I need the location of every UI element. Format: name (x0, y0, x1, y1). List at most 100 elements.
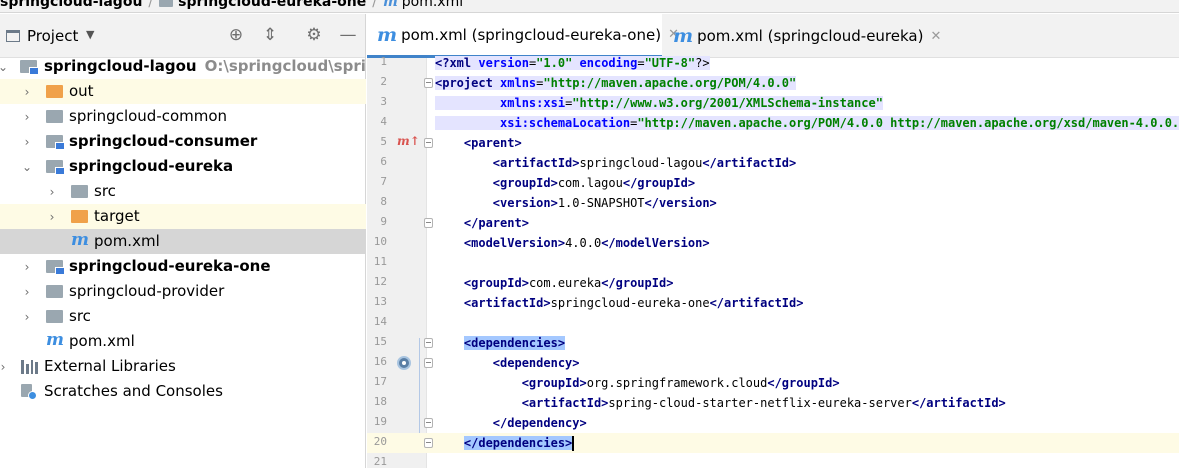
chevron-right-icon[interactable]: › (46, 179, 58, 204)
code-text: <groupId>org.springframework.cloud</grou… (521, 376, 840, 390)
breadcrumb-label: springcloud-eureka-one (178, 0, 367, 10)
breadcrumb-item-file[interactable]: m pom.xml (383, 0, 463, 10)
chevron-right-icon[interactable]: › (0, 354, 9, 379)
line-number: 12 (373, 275, 387, 288)
folder-icon (71, 185, 88, 198)
fold-marker-icon[interactable] (424, 418, 433, 428)
close-icon[interactable]: ✕ (930, 29, 941, 44)
tree-item-springcloud-common[interactable]: › springcloud-common (0, 104, 366, 129)
fold-marker-icon[interactable] (424, 78, 433, 88)
folder-icon (71, 210, 88, 223)
fold-marker-icon[interactable] (424, 438, 433, 448)
tree-item-scratches-and-consoles[interactable]: Scratches and Consoles (0, 379, 366, 404)
line-number: 8 (380, 195, 387, 208)
chevron-down-icon[interactable]: ▼ (86, 28, 94, 41)
project-view-selector[interactable]: Project (27, 27, 78, 45)
line-number: 14 (373, 315, 387, 328)
line-number: 13 (373, 295, 387, 308)
locate-file-icon[interactable]: ⊕ (226, 25, 246, 45)
hide-panel-icon[interactable]: — (338, 25, 358, 45)
tree-item-springcloud-eureka-one[interactable]: › springcloud-eureka-one (0, 254, 366, 279)
gear-icon[interactable]: ⚙ (304, 25, 324, 45)
code-line[interactable]: 15 <dependencies> (367, 333, 1179, 353)
code-line[interactable]: 17 <groupId>org.springframework.cloud</g… (367, 373, 1179, 393)
project-panel: Project ▼ ⊕ ⇕ ⚙ — ⌄ springcloud-lagou O:\… (0, 14, 439, 468)
fold-marker-icon[interactable] (424, 138, 433, 148)
tree-item-springcloud-consumer[interactable]: › springcloud-consumer (0, 129, 366, 154)
fold-marker-icon[interactable] (424, 338, 433, 348)
code-line[interactable]: 19 </dependency> (367, 413, 1179, 433)
spring-bean-icon[interactable] (397, 356, 411, 370)
maven-file-icon: m (46, 330, 64, 350)
breadcrumb-item-module[interactable]: springcloud-eureka-one (159, 0, 366, 10)
code-line[interactable]: 3 xmlns:xsi="http://www.w3.org/2001/XMLS… (367, 93, 1179, 113)
code-text: </dependency> (492, 416, 587, 430)
tree-item-label: pom.xml (69, 332, 135, 350)
code-line[interactable]: 14 (367, 313, 1179, 333)
line-number: 7 (380, 175, 387, 188)
module-folder-icon (20, 60, 39, 75)
code-text: </parent> (463, 216, 529, 230)
scratches-icon (21, 384, 37, 400)
code-line[interactable]: 9 </parent> (367, 213, 1179, 233)
line-number: 16 (373, 355, 387, 368)
chevron-right-icon[interactable]: › (21, 304, 33, 329)
code-line[interactable]: 2 <project xmlns="http://maven.apache.or… (367, 73, 1179, 93)
line-number: 20 (373, 435, 387, 448)
collapse-all-icon[interactable]: ⇕ (260, 25, 280, 45)
chevron-right-icon[interactable]: › (46, 204, 58, 229)
code-line[interactable]: 18 <artifactId>spring-cloud-starter-netf… (367, 393, 1179, 413)
code-line[interactable]: 1 <?xml version="1.0" encoding="UTF-8"?> (367, 53, 1179, 73)
code-line[interactable]: 11 (367, 253, 1179, 273)
code-text: <artifactId>springcloud-eureka-one</arti… (463, 296, 804, 310)
tree-item-out[interactable]: › out (0, 79, 366, 104)
breadcrumb-item-root[interactable]: springcloud-lagou (0, 0, 142, 10)
tab-pom-eureka-one[interactable]: m pom.xml (springcloud-eureka-one) ✕ (367, 14, 679, 58)
line-number: 9 (380, 215, 387, 228)
fold-marker-icon[interactable] (424, 218, 433, 228)
fold-marker-icon[interactable] (424, 358, 433, 368)
code-line[interactable]: 12 <groupId>com.eureka</groupId> (367, 273, 1179, 293)
code-editor[interactable]: 1 <?xml version="1.0" encoding="UTF-8"?>… (367, 55, 1179, 468)
code-line[interactable]: 8 <version>1.0-SNAPSHOT</version> (367, 193, 1179, 213)
tree-item-src-root[interactable]: › src (0, 304, 366, 329)
breadcrumb-separator: / (148, 0, 154, 10)
library-icon (21, 360, 38, 374)
code-line[interactable]: 10 <modelVersion>4.0.0</modelVersion> (367, 233, 1179, 253)
code-line[interactable]: 21 (367, 453, 1179, 468)
tree-item-pom-xml-root[interactable]: m pom.xml (0, 329, 366, 354)
tree-item-label: src (94, 182, 116, 200)
chevron-right-icon[interactable]: › (21, 129, 33, 154)
chevron-right-icon[interactable]: › (21, 104, 33, 129)
tree-item-springcloud-provider[interactable]: › springcloud-provider (0, 279, 366, 304)
code-line[interactable]: 7 <groupId>com.lagou</groupId> (367, 173, 1179, 193)
tree-item-src[interactable]: › src (0, 179, 366, 204)
code-line[interactable]: 5 m↑ <parent> (367, 133, 1179, 153)
tree-item-springcloud-lagou[interactable]: ⌄ springcloud-lagou O:\springcloud\spring… (0, 54, 439, 79)
tree-item-label: springcloud-consumer (69, 132, 258, 150)
maven-file-icon: m (673, 25, 694, 47)
chevron-right-icon[interactable]: › (21, 79, 33, 104)
tree-item-target[interactable]: › target (0, 204, 366, 229)
code-line[interactable]: 13 <artifactId>springcloud-eureka-one</a… (367, 293, 1179, 313)
folder-icon (159, 0, 174, 7)
line-number: 10 (373, 235, 387, 248)
tree-item-pom-xml-selected[interactable]: m pom.xml (0, 229, 366, 254)
code-line[interactable]: 4 xsi:schemaLocation="http://maven.apach… (367, 113, 1179, 133)
chevron-right-icon[interactable]: › (21, 279, 33, 304)
code-text: <parent> (463, 136, 522, 150)
tree-item-label: pom.xml (94, 232, 160, 250)
tree-item-springcloud-eureka[interactable]: ⌄ springcloud-eureka (0, 154, 366, 179)
code-line-current[interactable]: 20 </dependencies> (367, 433, 1179, 453)
tree-item-name: springcloud-lagou (44, 57, 197, 75)
chevron-right-icon[interactable]: › (21, 254, 33, 279)
tree-item-external-libraries[interactable]: › External Libraries (0, 354, 366, 379)
code-line[interactable]: 16 <dependency> (367, 353, 1179, 373)
tab-pom-eureka[interactable]: m pom.xml (springcloud-eureka) ✕ (663, 14, 941, 58)
code-text: <dependencies> (463, 336, 566, 350)
maven-override-icon[interactable]: m↑ (397, 134, 420, 148)
module-folder-icon (46, 135, 65, 150)
chevron-down-icon[interactable]: ⌄ (21, 154, 33, 179)
chevron-down-icon[interactable]: ⌄ (0, 54, 9, 79)
code-line[interactable]: 6 <artifactId>springcloud-lagou</artifac… (367, 153, 1179, 173)
